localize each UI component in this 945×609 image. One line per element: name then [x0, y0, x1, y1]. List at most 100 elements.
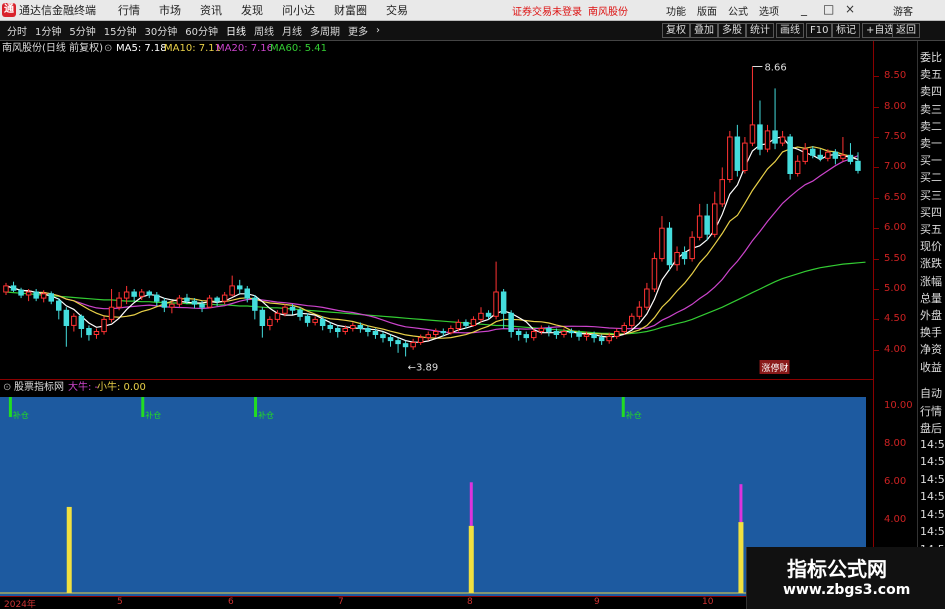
side-panel-item[interactable]: 委比 — [920, 49, 945, 65]
period-30min[interactable]: 30分钟 — [144, 23, 177, 38]
candle-body — [176, 297, 183, 305]
chevron-right-icon[interactable]: › — [376, 25, 380, 36]
side-panel-item[interactable]: 卖二 — [920, 118, 945, 134]
candle-body — [598, 337, 605, 342]
maximize-icon[interactable]: □ — [823, 2, 834, 16]
side-panel-item[interactable]: 收益 — [920, 359, 945, 375]
period-daily[interactable]: 日线 — [226, 23, 246, 38]
side-panel-item[interactable]: 自动 — [920, 385, 945, 401]
draw-line-button[interactable]: 画线 — [776, 23, 804, 38]
candle-body — [523, 334, 529, 339]
candle-body — [644, 288, 650, 308]
period-multi[interactable]: 多周期 — [310, 23, 340, 38]
candle-body — [629, 315, 635, 326]
price-tick-mark — [874, 288, 879, 290]
candle-body — [515, 331, 522, 335]
indicator-panel-bg — [0, 397, 866, 596]
candlestick-chart[interactable]: 8.66 ←3.89 涨停财 — [0, 58, 873, 378]
candle-body — [425, 334, 431, 339]
menu-discover[interactable]: 发现 — [241, 2, 263, 18]
multi-stock-button[interactable]: 多股 — [718, 23, 746, 38]
f10-button[interactable]: F10 — [806, 23, 833, 38]
candle-body — [802, 148, 808, 162]
side-panel-item[interactable]: 卖五 — [920, 66, 945, 82]
login-warning[interactable]: 证券交易未登录 — [512, 3, 582, 18]
period-60min[interactable]: 60分钟 — [185, 23, 218, 38]
period-15min[interactable]: 15分钟 — [104, 23, 137, 38]
side-panel-item[interactable]: 买五 — [920, 221, 945, 237]
menu-options[interactable]: 选项 — [759, 3, 779, 18]
candle-body — [470, 318, 477, 326]
menu-functions[interactable]: 功能 — [666, 3, 686, 18]
signal-label: 补仓 — [145, 410, 161, 420]
side-panel-item[interactable]: 卖一 — [920, 135, 945, 151]
indicator-chart[interactable]: 补仓 补仓 补仓 补仓 — [0, 397, 873, 596]
menu-ask[interactable]: 问小达 — [282, 2, 315, 18]
period-intraday[interactable]: 分时 — [7, 23, 27, 38]
menu-layout[interactable]: 版面 — [697, 3, 717, 18]
indicator-settings-icon[interactable]: ⊙ — [3, 380, 11, 396]
indicator-big-value: 大牛: - — [68, 382, 99, 393]
candle-body — [576, 332, 582, 337]
overlay-button[interactable]: 叠加 — [690, 23, 718, 38]
menu-extra[interactable]: 游客 — [893, 3, 913, 18]
candle-body — [93, 331, 100, 335]
candle-body — [116, 297, 122, 308]
side-panel-item[interactable]: 14:5 — [920, 508, 945, 521]
x-label: 6 — [228, 597, 234, 607]
candle-body — [108, 306, 115, 320]
side-panel-item[interactable]: 行情 — [920, 403, 945, 419]
side-panel-item[interactable]: 14:5 — [920, 438, 945, 451]
date-axis: 2024年 5 6 7 8 9 10 — [0, 596, 873, 609]
candle-body — [146, 291, 152, 296]
period-1min[interactable]: 1分钟 — [35, 23, 61, 38]
watermark-title: 指标公式网 — [787, 557, 887, 581]
side-panel-item[interactable]: 现价 — [920, 238, 945, 254]
candle-body — [372, 331, 379, 335]
candle-body — [123, 291, 130, 299]
ma-settings-icon[interactable]: ⊙ — [104, 41, 112, 57]
menu-trade[interactable]: 交易 — [386, 2, 408, 18]
price-tick-label: 6.00 — [884, 222, 907, 234]
menu-formula[interactable]: 公式 — [728, 3, 748, 18]
side-panel-item[interactable]: 外盘 — [920, 307, 945, 323]
period-weekly[interactable]: 周线 — [254, 23, 274, 38]
candle-body — [191, 300, 198, 305]
menu-quotes[interactable]: 行情 — [118, 2, 140, 18]
side-panel-item[interactable]: 14:5 — [920, 490, 945, 503]
side-panel-item[interactable]: 涨跌 — [920, 255, 945, 271]
indicator-tick-label: 8.00 — [884, 438, 907, 450]
side-panel-item[interactable]: 涨幅 — [920, 273, 945, 289]
menu-market[interactable]: 市场 — [159, 2, 181, 18]
menu-wealth[interactable]: 财富圈 — [334, 2, 367, 18]
minimize-icon[interactable]: _ — [801, 2, 807, 16]
back-button[interactable]: 返回 — [892, 23, 920, 38]
mark-button[interactable]: 标记 — [832, 23, 860, 38]
side-panel-item[interactable]: 总量 — [920, 290, 945, 306]
side-panel-item[interactable]: 买三 — [920, 187, 945, 203]
candle-body — [561, 331, 567, 335]
restore-rights-button[interactable]: 复权 — [662, 23, 690, 38]
limit-up-badge-label: 涨停财 — [762, 362, 789, 374]
side-panel-item[interactable]: 盘后 — [920, 420, 945, 436]
side-panel-item[interactable]: 买四 — [920, 204, 945, 220]
side-panel-item[interactable]: 14:5 — [920, 525, 945, 538]
side-panel-item[interactable]: 卖四 — [920, 83, 945, 99]
candle-body — [33, 291, 39, 299]
period-monthly[interactable]: 月线 — [282, 23, 302, 38]
candle-body — [78, 315, 85, 329]
side-panel-item[interactable]: 14:5 — [920, 473, 945, 486]
side-panel-item[interactable]: 买一 — [920, 152, 945, 168]
side-panel-item[interactable]: 卖三 — [920, 101, 945, 117]
statistics-button[interactable]: 统计 — [746, 23, 774, 38]
spike-yellow — [66, 506, 72, 593]
side-panel-item[interactable]: 净资 — [920, 341, 945, 357]
side-panel-item[interactable]: 买二 — [920, 169, 945, 185]
period-5min[interactable]: 5分钟 — [69, 23, 95, 38]
close-icon[interactable]: × — [845, 2, 855, 16]
side-panel-item[interactable]: 14:5 — [920, 455, 945, 468]
period-more[interactable]: 更多 — [348, 23, 368, 38]
price-tick-mark — [874, 228, 879, 230]
side-panel-item[interactable]: 换手 — [920, 324, 945, 340]
menu-news[interactable]: 资讯 — [200, 2, 222, 18]
